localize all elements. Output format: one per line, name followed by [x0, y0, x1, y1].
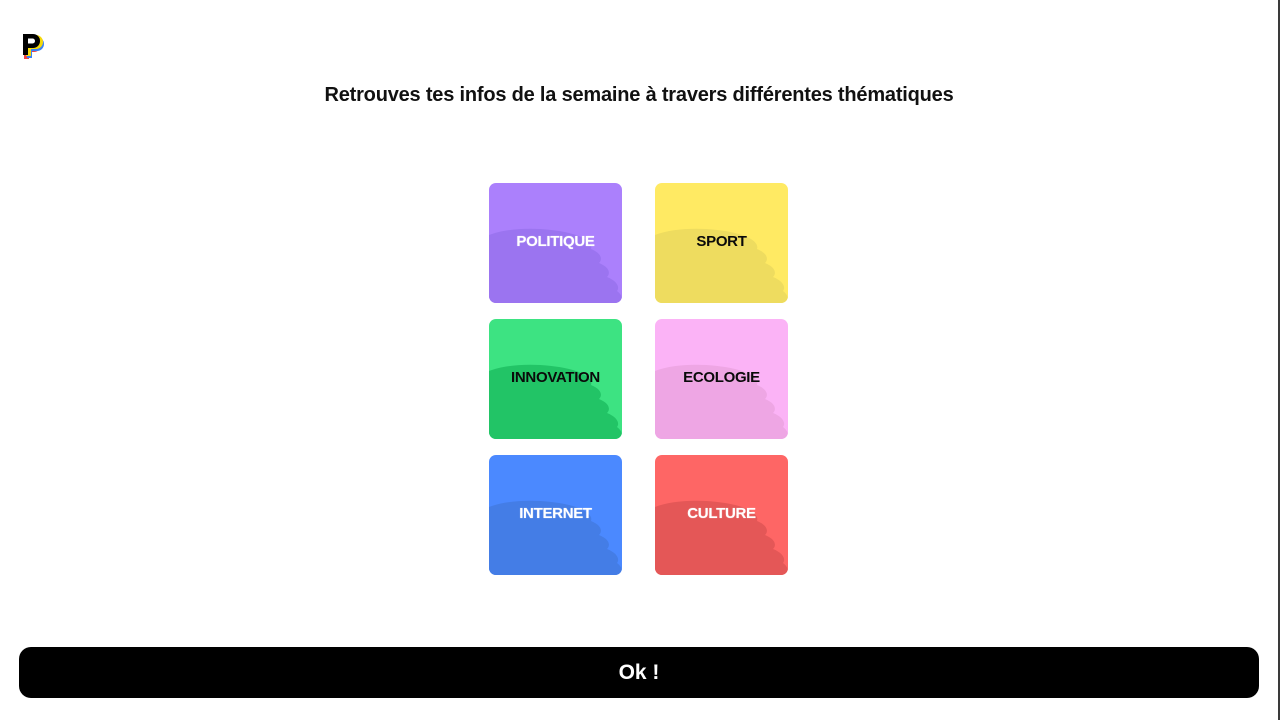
topic-label: CULTURE	[687, 505, 756, 522]
topic-grid: POLITIQUE SPORT INNOVATION ECOLOGIE INTE…	[489, 183, 789, 575]
page: Retrouves tes infos de la semaine à trav…	[0, 0, 1280, 720]
ok-button[interactable]: Ok !	[19, 647, 1259, 698]
topic-tile-internet[interactable]: INTERNET	[489, 455, 622, 575]
topic-label: INNOVATION	[511, 369, 600, 386]
topic-tile-ecologie[interactable]: ECOLOGIE	[655, 319, 788, 439]
topic-label: ECOLOGIE	[683, 369, 760, 386]
topic-label: SPORT	[696, 233, 747, 250]
topic-tile-culture[interactable]: CULTURE	[655, 455, 788, 575]
topic-label: INTERNET	[519, 505, 592, 522]
page-headline: Retrouves tes infos de la semaine à trav…	[324, 84, 954, 106]
topic-tile-sport[interactable]: SPORT	[655, 183, 788, 303]
p-logo-icon[interactable]	[20, 30, 48, 60]
topic-label: POLITIQUE	[516, 233, 595, 250]
topic-tile-politique[interactable]: POLITIQUE	[489, 183, 622, 303]
topic-tile-innovation[interactable]: INNOVATION	[489, 319, 622, 439]
